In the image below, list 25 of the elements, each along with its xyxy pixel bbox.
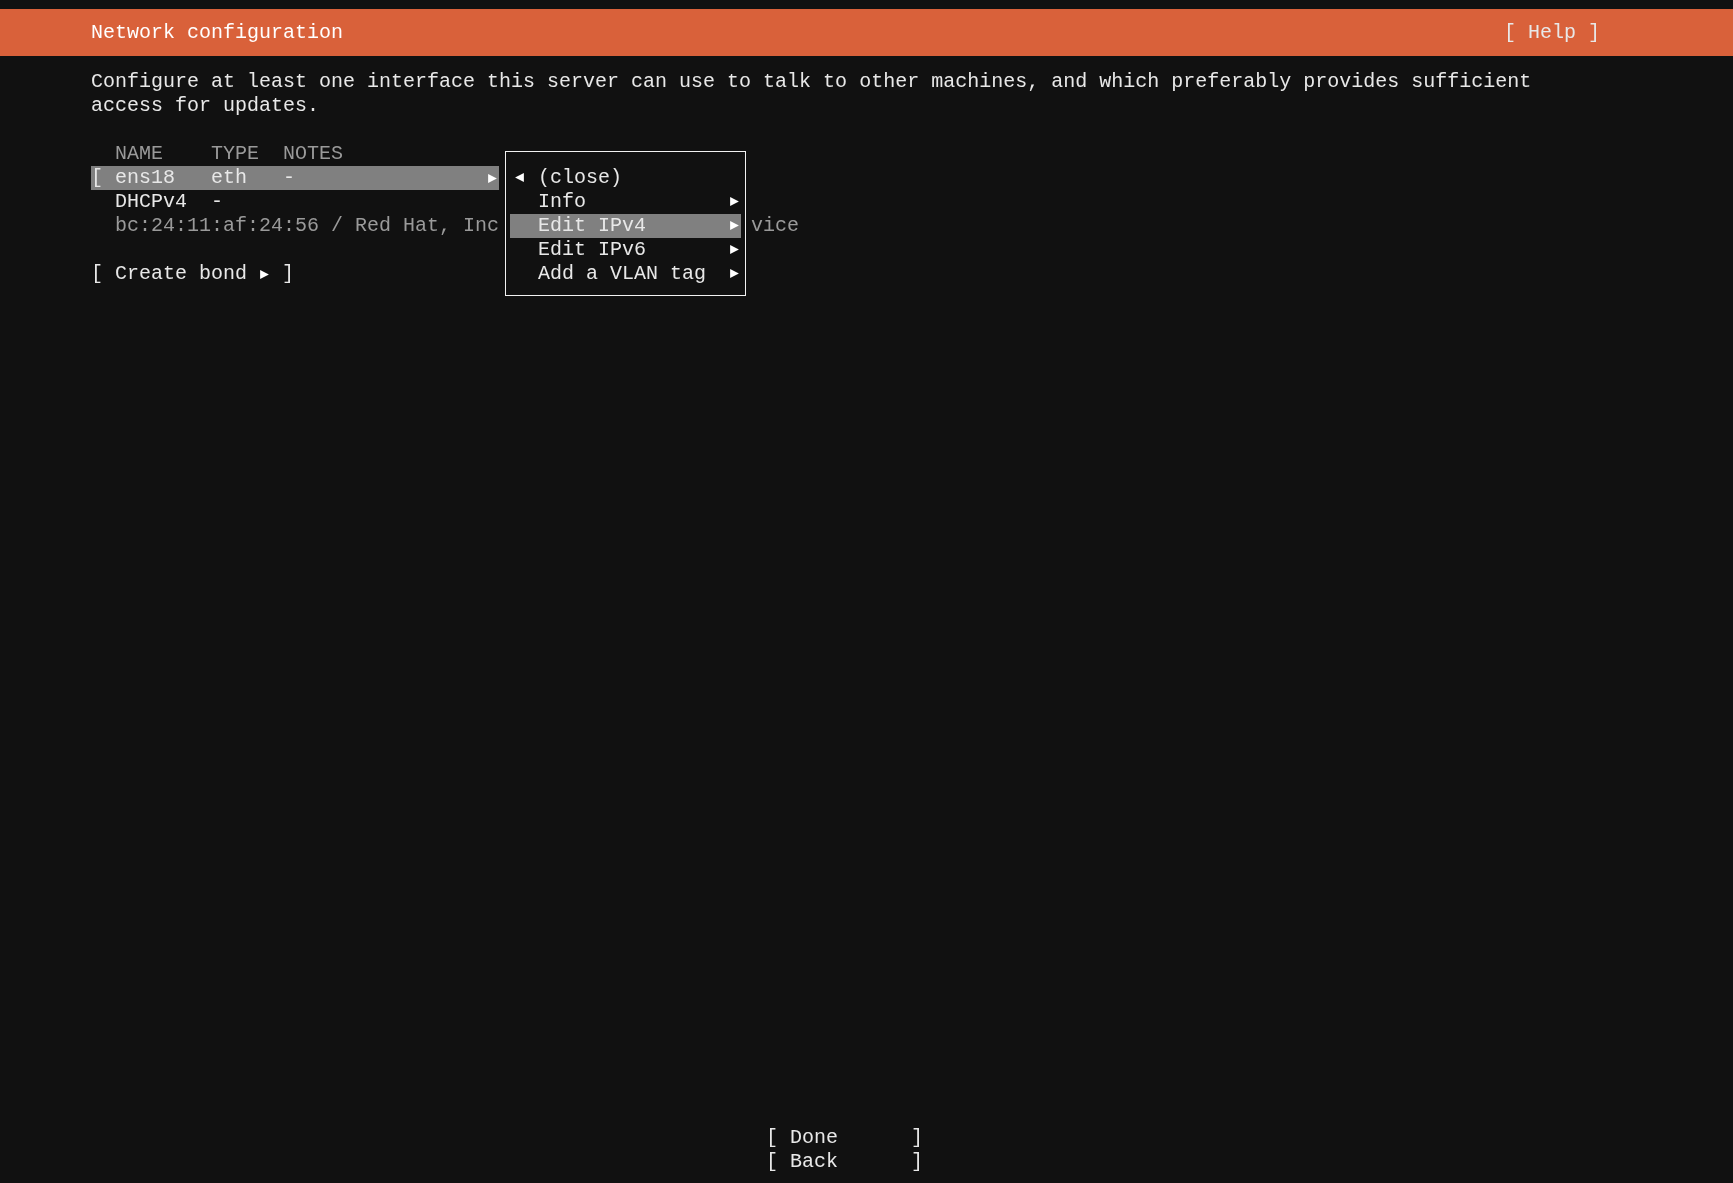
hardware-info: vice: [751, 214, 800, 237]
footer-button[interactable]: [ Done ]: [766, 1126, 923, 1150]
footer-button[interactable]: [ Back ]: [766, 1150, 923, 1174]
column-header: NOTES: [283, 142, 345, 166]
create-bond-button[interactable]: [ Create bond ]: [91, 262, 295, 286]
interface-type: eth: [211, 166, 249, 190]
triangle-right-icon: [729, 244, 740, 256]
address-value: -: [211, 190, 225, 214]
interface-name: ens18: [115, 166, 176, 190]
menu-item[interactable]: Edit IPv6: [510, 238, 741, 262]
address-method: DHCPv4: [115, 190, 188, 214]
column-header: TYPE: [211, 142, 261, 166]
hardware-info: bc:24:11:af:24:56 / Red Hat, Inc: [115, 214, 500, 237]
menu-item[interactable]: Info: [510, 190, 741, 214]
menu-item[interactable]: Add a VLAN tag: [510, 262, 741, 286]
triangle-left-icon: [514, 172, 525, 184]
description-text: Configure at least one interface this server can use to talk to other machines, and which preferably provides sufficient access for updates.: [91, 70, 1533, 118]
triangle-right-icon: [729, 196, 740, 208]
interface-notes: -: [283, 166, 297, 190]
column-header: NAME: [115, 142, 164, 166]
triangle-right-icon: [729, 220, 740, 232]
menu-item[interactable]: (close): [510, 166, 741, 190]
window-title: Network configuration: [91, 20, 344, 45]
bracket-text: [: [91, 166, 104, 190]
triangle-right-icon: [729, 268, 740, 280]
